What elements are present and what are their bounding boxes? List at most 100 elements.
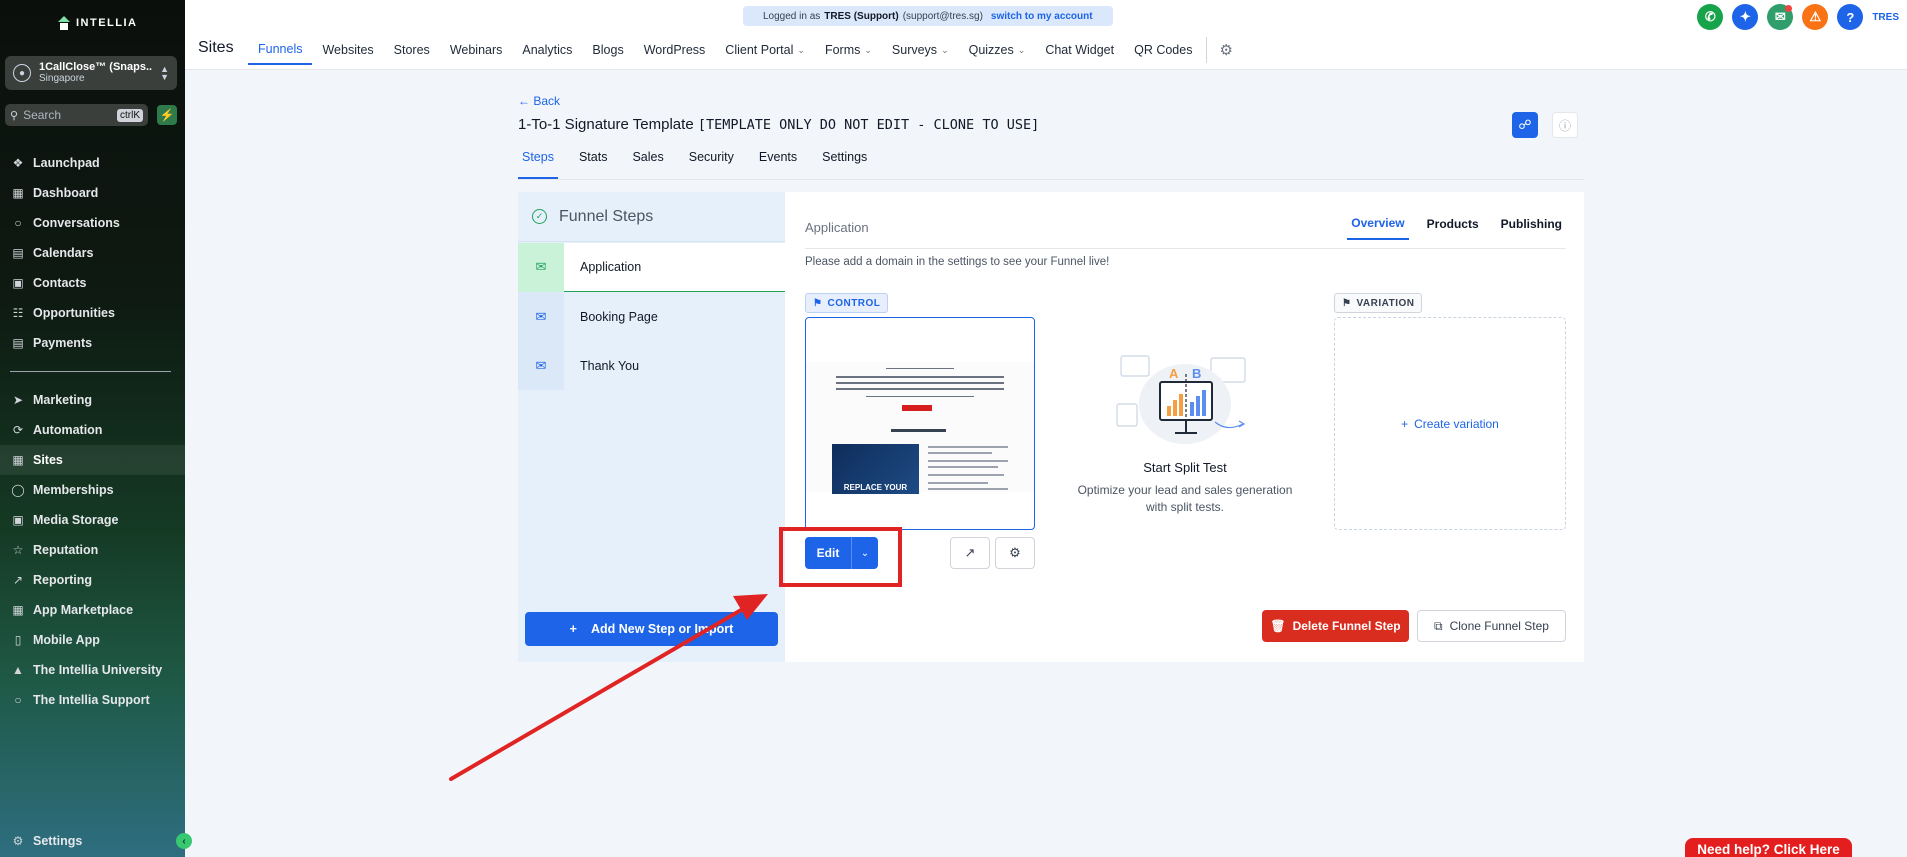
tab-settings[interactable]: Settings [818,150,871,179]
megaphone-icon[interactable]: ✉ [1767,4,1794,30]
automation-icon: ⟳ [12,423,24,437]
sidebar-item-settings[interactable]: ⚙ Settings [0,826,185,856]
mobile-icon: ▯ [14,633,22,647]
tab-webinars[interactable]: Webinars [440,35,513,65]
trash-icon: 🗑 [1270,619,1286,633]
delete-funnel-step-button[interactable]: 🗑 Delete Funnel Step [1262,610,1409,642]
step-item-booking-page[interactable]: ✉ Booking Page [518,292,785,348]
sidebar-collapse-button[interactable]: ‹ [176,833,192,849]
chevron-down-icon: ⌄ [797,44,805,55]
sidebar-item-calendars[interactable]: ▤ Calendars [0,238,185,268]
tab-overview[interactable]: Overview [1347,208,1409,240]
sidebar-item-sites[interactable]: ▦ Sites [0,445,185,475]
tab-publishing[interactable]: Publishing [1497,208,1566,240]
chevron-down-icon: ⌄ [1017,44,1026,55]
tab-surveys[interactable]: Surveys ⌄ [882,35,959,65]
tab-sales[interactable]: Sales [628,150,667,179]
payments-icon: ▤ [12,336,24,350]
sidebar-item-payments[interactable]: ▤ Payments [0,328,185,358]
tab-analytics[interactable]: Analytics [512,35,582,65]
brand-name: INTELLIA [76,17,138,29]
launchpad-icon: ❖ [12,156,24,170]
tab-chat-widget[interactable]: Chat Widget [1035,35,1124,65]
tab-forms[interactable]: Forms ⌄ [815,35,882,65]
chevron-down-icon: ⌄ [941,44,949,55]
opportunities-icon: ☷ [12,306,24,320]
split-test-illustration: A B [1116,355,1246,444]
sidebar-item-support[interactable]: ○ The Intellia Support [0,685,185,715]
step-settings-button[interactable]: ⚙ [995,537,1035,569]
add-new-step-button[interactable]: + Add New Step or Import [525,612,778,646]
lightning-icon: ⚡ [159,108,175,122]
search-input[interactable] [23,108,112,122]
sidebar-item-automation[interactable]: ⟳ Automation [0,415,185,445]
banner-email: (support@tres.sg) [902,10,983,22]
tab-wordpress[interactable]: WordPress [634,35,716,65]
help-icon[interactable]: ? [1837,4,1864,30]
info-button[interactable]: ⓘ [1552,112,1578,138]
tab-websites[interactable]: Websites [312,35,383,65]
brand-logo-icon [58,16,70,30]
tab-products[interactable]: Products [1423,208,1483,240]
tab-quizzes[interactable]: Quizzes ⌄ [959,35,1036,65]
need-help-button[interactable]: Need help? Click Here [1685,838,1852,857]
plus-icon: + [569,622,577,636]
sidebar-item-memberships[interactable]: ◯ Memberships [0,475,185,505]
tab-security[interactable]: Security [685,150,738,179]
dashboard-icon: ▦ [12,186,24,200]
bell-icon[interactable]: ⚠ [1802,4,1829,30]
sidebar-item-marketing[interactable]: ➤ Marketing [0,385,185,415]
switch-account-link[interactable]: switch to my account [991,11,1093,22]
quick-actions-button[interactable]: ⚡ [157,105,177,125]
funnel-title: 1-To-1 Signature Template [TEMPLATE ONLY… [518,116,1040,133]
brand-logo[interactable]: INTELLIA [58,16,138,30]
gear-icon: ⚙ [1009,545,1021,560]
tab-qr-codes[interactable]: QR Codes [1124,35,1202,65]
open-external-button[interactable]: ↗ [950,537,990,569]
create-variation-button[interactable]: + Create variation [1334,317,1566,530]
sidebar-item-dashboard[interactable]: ▦ Dashboard [0,178,185,208]
step-item-application[interactable]: ✉ Application [518,242,785,299]
funnel-tabs: Steps Stats Sales Security Events Settin… [518,150,888,180]
svg-text:B: B [1192,366,1201,381]
step-item-thank-you[interactable]: ✉ Thank You [518,341,785,390]
tab-stores[interactable]: Stores [384,35,440,65]
tab-events[interactable]: Events [755,150,801,179]
sidebar-item-contacts[interactable]: ▣ Contacts [0,268,185,298]
sidebar-item-conversations[interactable]: ○ Conversations [0,208,185,238]
envelope-icon: ✉ [518,242,564,299]
tab-client-portal[interactable]: Client Portal ⌄ [715,35,815,65]
sidebar-item-opportunities[interactable]: ☷ Opportunities [0,298,185,328]
sidebar-search[interactable]: ⚲ ctrlK [5,104,148,126]
step-detail-panel: Application Overview Products Publishing… [785,192,1584,662]
chevron-left-icon: ‹ [182,835,186,847]
sites-settings-gear-icon[interactable]: ⚙ [1211,41,1240,59]
sidebar-item-university[interactable]: ▲ The Intellia University [0,655,185,685]
sidebar-item-mobile-app[interactable]: ▯ Mobile App [0,625,185,655]
back-link[interactable]: ← Back [518,94,560,108]
preview-hero-image: REPLACE YOUR [832,444,919,494]
clone-funnel-step-button[interactable]: ⧉ Clone Funnel Step [1417,610,1566,642]
search-icon: ⚲ [10,109,19,122]
tab-steps[interactable]: Steps [518,150,558,179]
sidebar-item-app-marketplace[interactable]: ▦ App Marketplace [0,595,185,625]
tab-stats[interactable]: Stats [575,150,612,179]
sidebar-item-reporting[interactable]: ↗ Reporting [0,565,185,595]
sidebar-item-reputation[interactable]: ☆ Reputation [0,535,185,565]
chat-icon: ○ [14,216,22,230]
tab-funnels[interactable]: Funnels [248,35,313,65]
rocket-icon[interactable]: ✦ [1732,4,1759,30]
account-switcher[interactable]: ● 1CallClose™ (Snaps... Singapore ▲ ▼ [5,56,177,90]
user-menu[interactable]: TRES [1872,12,1899,23]
sidebar-item-media-storage[interactable]: ▣ Media Storage [0,505,185,535]
tab-blogs[interactable]: Blogs [582,35,633,65]
sidebar-item-launchpad[interactable]: ❖ Launchpad [0,148,185,178]
send-icon: ➤ [12,393,24,407]
search-shortcut: ctrlK [117,108,143,122]
share-button[interactable]: ☍ [1512,112,1538,138]
sidebar-divider [10,371,171,372]
control-page-preview[interactable]: REPLACE YOUR [805,317,1035,530]
phone-icon[interactable]: ✆ [1697,4,1724,30]
detail-divider [805,248,1566,249]
domain-notice: Please add a domain in the settings to s… [805,256,1110,268]
